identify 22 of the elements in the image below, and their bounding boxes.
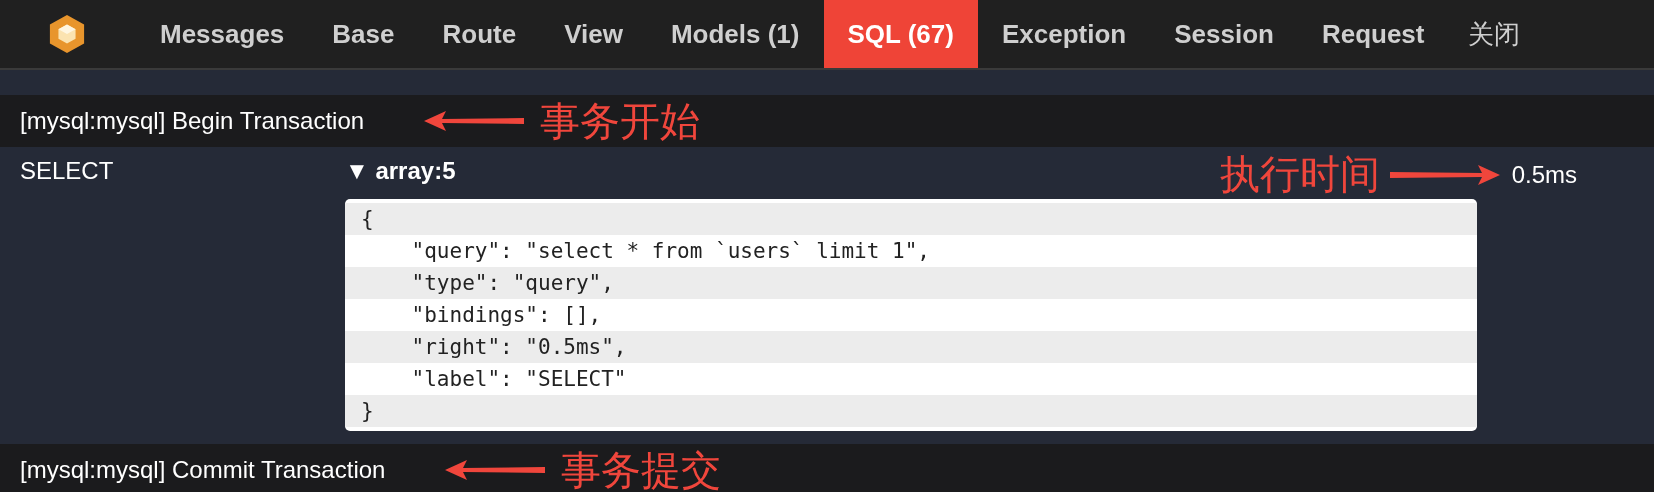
code-line: "bindings": [], (410, 302, 603, 329)
nav-tab[interactable]: Route (418, 0, 541, 68)
nav-tab[interactable]: SQL (67) (823, 0, 978, 68)
transaction-text: [mysql:mysql] Begin Transaction (20, 107, 365, 135)
nav-tab[interactable]: Base (308, 0, 419, 68)
code-line: "label": "SELECT" (410, 366, 628, 393)
execution-time: 0.5ms (1511, 160, 1577, 189)
transaction-text: [mysql:mysql] Commit Transaction (20, 456, 386, 484)
nav-tab[interactable]: Request (1297, 0, 1449, 68)
nav-tab[interactable]: Messages (136, 0, 309, 68)
annotation-label: 执行时间 (1219, 151, 1380, 198)
annotation-label: 事务开始 (540, 97, 701, 145)
annotation-label: 事务提交 (561, 446, 722, 492)
nav-tab[interactable]: View (540, 0, 647, 68)
close-link[interactable]: 关闭 (1448, 0, 1545, 68)
cube-logo-icon (48, 13, 86, 55)
nav-tab[interactable]: Models (1) (646, 0, 824, 68)
array-toggle[interactable]: ▼ array:5 (345, 157, 456, 185)
nav-tab[interactable]: Exception (977, 0, 1151, 68)
query-label: SELECT (19, 157, 115, 186)
nav-tab[interactable]: Session (1150, 0, 1298, 68)
code-line: "query": "select * from `users` limit 1", (410, 238, 931, 265)
